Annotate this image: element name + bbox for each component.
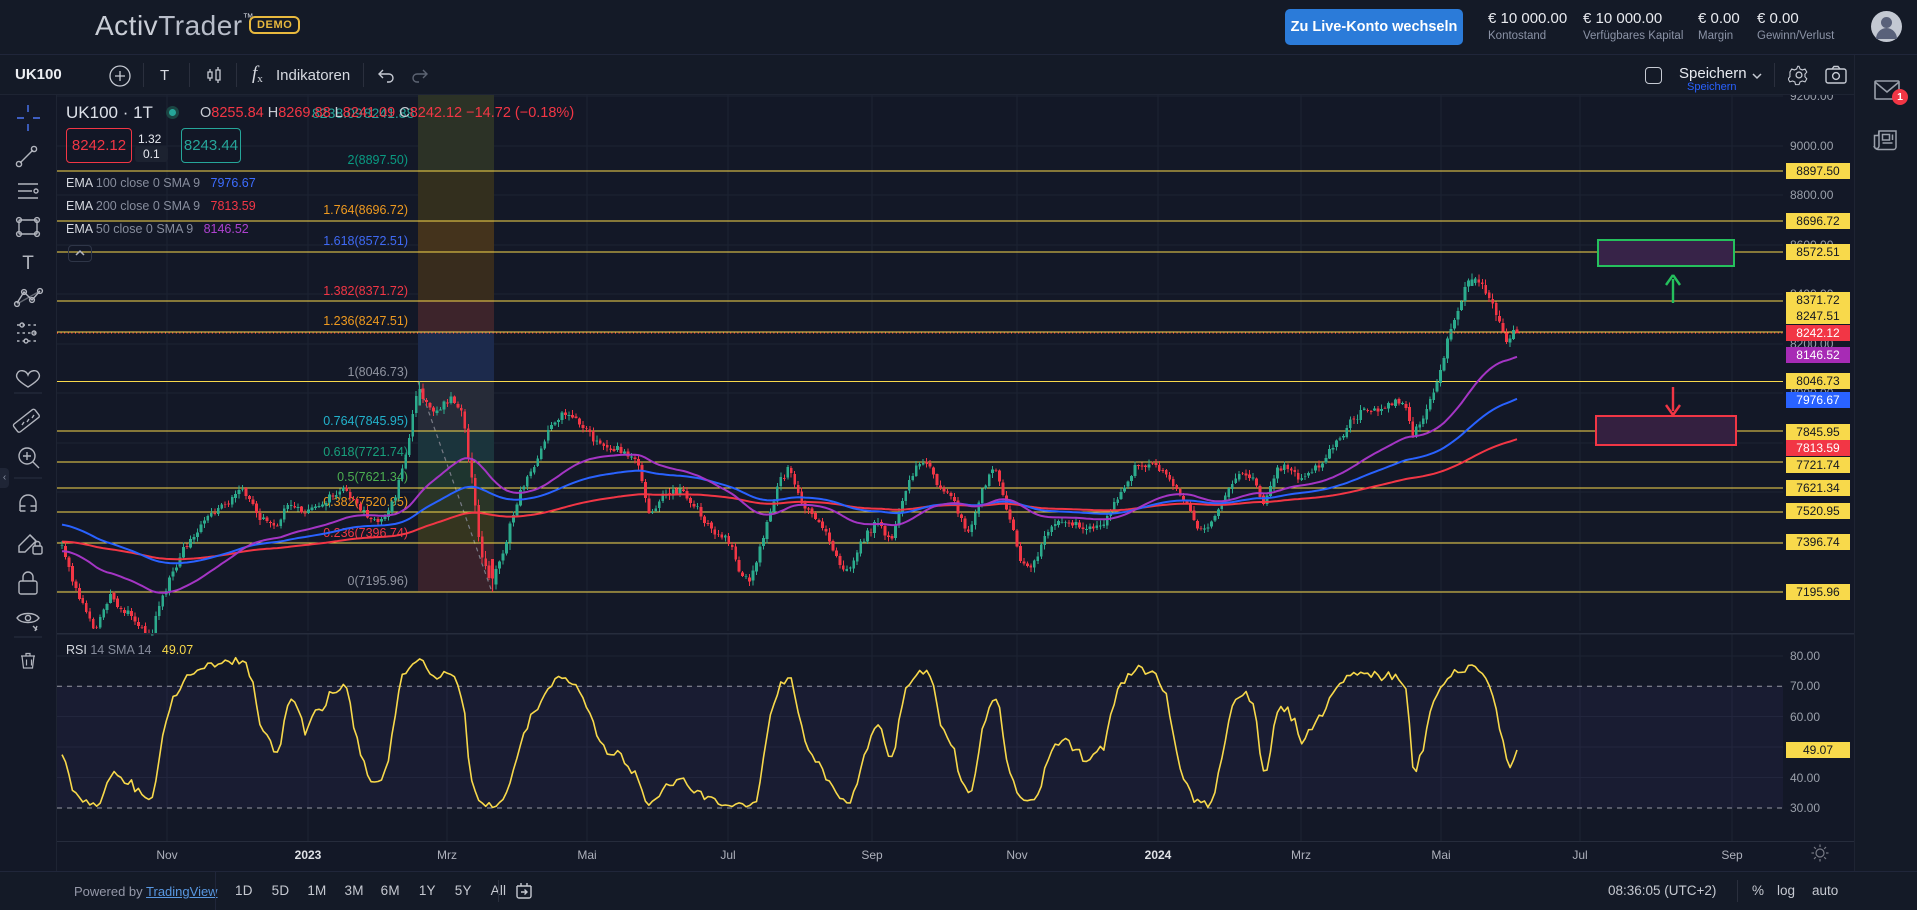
svg-text:2(8897.50): 2(8897.50) bbox=[348, 153, 408, 167]
svg-text:1.764(8696.72): 1.764(8696.72) bbox=[323, 203, 408, 217]
svg-text:7195.96: 7195.96 bbox=[1796, 585, 1840, 599]
svg-text:8800.00: 8800.00 bbox=[1790, 188, 1834, 202]
svg-text:49.07: 49.07 bbox=[1803, 743, 1833, 757]
svg-text:1.236(8247.51): 1.236(8247.51) bbox=[323, 314, 408, 328]
svg-text:Nov: Nov bbox=[1006, 848, 1027, 862]
svg-text:8572.51: 8572.51 bbox=[1796, 245, 1840, 259]
svg-text:7976.67: 7976.67 bbox=[1796, 393, 1840, 407]
svg-text:8242.12: 8242.12 bbox=[1796, 326, 1840, 340]
svg-text:Nov: Nov bbox=[156, 848, 177, 862]
svg-text:2024: 2024 bbox=[1145, 848, 1172, 862]
svg-text:Sep: Sep bbox=[1721, 848, 1743, 862]
svg-text:Sep: Sep bbox=[861, 848, 883, 862]
svg-text:0.618(7721.74): 0.618(7721.74) bbox=[323, 445, 408, 459]
svg-text:80.00: 80.00 bbox=[1790, 649, 1820, 663]
svg-text:8146.52: 8146.52 bbox=[1796, 348, 1840, 362]
svg-text:Mai: Mai bbox=[577, 848, 596, 862]
svg-text:7845.95: 7845.95 bbox=[1796, 425, 1840, 439]
svg-text:1(8046.73): 1(8046.73) bbox=[348, 365, 408, 379]
svg-text:7621.34: 7621.34 bbox=[1796, 481, 1840, 495]
svg-text:60.00: 60.00 bbox=[1790, 710, 1820, 724]
svg-text:7813.59: 7813.59 bbox=[1796, 441, 1840, 455]
svg-text:8247.51: 8247.51 bbox=[1796, 309, 1840, 323]
svg-text:1.382(8371.72): 1.382(8371.72) bbox=[323, 284, 408, 298]
svg-text:7520.95: 7520.95 bbox=[1796, 504, 1840, 518]
svg-text:0(7195.96): 0(7195.96) bbox=[348, 574, 408, 588]
svg-text:9000.00: 9000.00 bbox=[1790, 139, 1834, 153]
svg-text:0.764(7845.95): 0.764(7845.95) bbox=[323, 414, 408, 428]
svg-text:T: T bbox=[22, 253, 34, 274]
svg-text:8897.50: 8897.50 bbox=[1796, 164, 1840, 178]
svg-text:9200.00: 9200.00 bbox=[1790, 95, 1834, 103]
svg-text:Mrz: Mrz bbox=[1291, 848, 1311, 862]
svg-text:7396.74: 7396.74 bbox=[1796, 535, 1840, 549]
svg-text:8046.73: 8046.73 bbox=[1796, 374, 1840, 388]
svg-text:Mrz: Mrz bbox=[437, 848, 457, 862]
svg-text:8371.72: 8371.72 bbox=[1796, 293, 1840, 307]
svg-text:1.618(8572.51): 1.618(8572.51) bbox=[323, 234, 408, 248]
svg-text:70.00: 70.00 bbox=[1790, 679, 1820, 693]
svg-text:Jul: Jul bbox=[1572, 848, 1587, 862]
svg-text:7721.74: 7721.74 bbox=[1796, 458, 1840, 472]
svg-text:8696.72: 8696.72 bbox=[1796, 214, 1840, 228]
svg-text:40.00: 40.00 bbox=[1790, 771, 1820, 785]
svg-text:0.5(7621.34): 0.5(7621.34) bbox=[337, 470, 408, 484]
svg-text:2023: 2023 bbox=[295, 848, 322, 862]
svg-text:Mai: Mai bbox=[1431, 848, 1450, 862]
svg-text:Jul: Jul bbox=[720, 848, 735, 862]
svg-text:30.00: 30.00 bbox=[1790, 801, 1820, 815]
